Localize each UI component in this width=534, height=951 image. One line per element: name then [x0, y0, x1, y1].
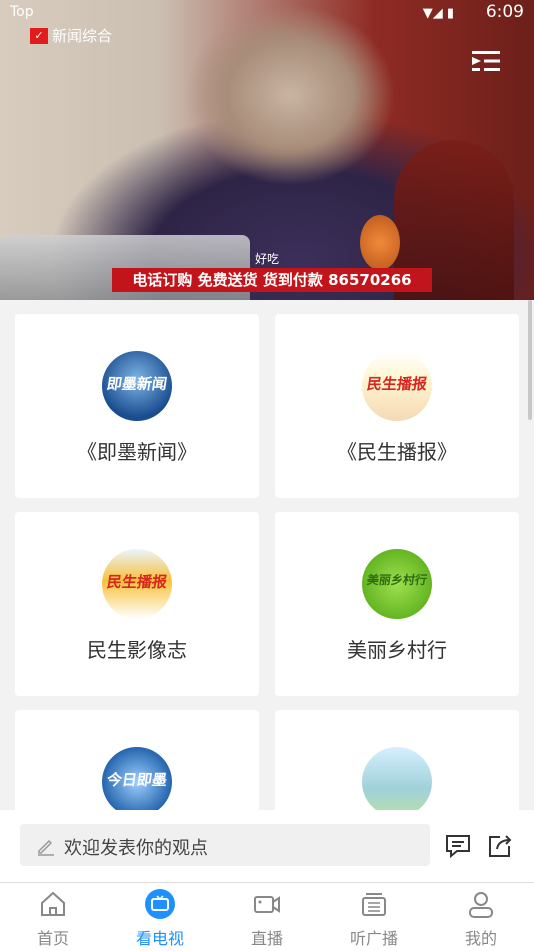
- tab-label: 直播: [250, 929, 283, 948]
- program-thumbnail: 即墨新闻: [102, 351, 172, 421]
- thumb-logo-text: 即墨新闻: [105, 375, 169, 393]
- tab-live[interactable]: 直播: [214, 883, 320, 951]
- tv-icon: [145, 889, 175, 919]
- channel-badge: ✓ 新闻综合: [30, 25, 112, 46]
- tab-label: 首页: [36, 929, 69, 948]
- comment-placeholder: 欢迎发表你的观点: [64, 838, 208, 859]
- carrier-label: Top: [10, 4, 34, 20]
- program-card[interactable]: 即墨新闻 《即墨新闻》: [15, 314, 259, 498]
- video-subtitle: 好吃: [254, 252, 279, 266]
- bottom-tab-bar: 首页 看电视 直播 听广播 我的: [0, 882, 534, 951]
- program-thumbnail: 今日即墨: [102, 747, 172, 810]
- channel-name: 新闻综合: [52, 27, 113, 45]
- video-ad-banner: 电话订购 免费送货 货到付款 86570266: [112, 268, 432, 292]
- thumb-logo-text: 今日即墨: [105, 771, 169, 789]
- comment-input[interactable]: 欢迎发表你的观点: [20, 824, 430, 866]
- program-title: 民生影像志: [87, 638, 187, 662]
- tab-home[interactable]: 首页: [0, 883, 106, 951]
- program-title: 《民生播报》: [337, 440, 457, 464]
- signal-icon: ▼◢ ▮: [422, 6, 454, 21]
- radio-icon: [362, 893, 386, 916]
- home-icon: [41, 891, 65, 916]
- channel-logo-icon: ✓: [30, 27, 48, 44]
- tab-radio[interactable]: 听广播: [321, 883, 427, 951]
- scrollbar[interactable]: [528, 300, 532, 420]
- status-bar: Top ▼◢ ▮ 6:09: [0, 0, 534, 26]
- program-title: 《即墨新闻》: [77, 440, 197, 464]
- program-card[interactable]: 民生播报 《民生播报》: [275, 314, 519, 498]
- program-thumbnail: [362, 747, 432, 810]
- tab-label: 我的: [464, 929, 497, 948]
- thumb-logo-text: 民生播报: [105, 573, 169, 591]
- program-card[interactable]: 民生播报 民生影像志: [15, 512, 259, 696]
- program-thumbnail: 民生播报: [362, 351, 432, 421]
- pencil-icon: [38, 839, 54, 856]
- user-icon: [469, 892, 493, 918]
- tab-label: 听广播: [349, 929, 398, 948]
- program-title: 美丽乡村行: [347, 638, 447, 662]
- tab-label: 看电视: [135, 929, 184, 948]
- program-card[interactable]: 美丽乡村行 美丽乡村行: [275, 512, 519, 696]
- program-card[interactable]: 今日即墨: [15, 710, 259, 810]
- playlist-icon[interactable]: [472, 50, 500, 72]
- thumb-logo-text: 美丽乡村行: [365, 573, 428, 587]
- tab-tv[interactable]: 看电视: [107, 883, 213, 951]
- thumb-logo-text: 民生播报: [365, 375, 429, 393]
- share-icon[interactable]: [486, 832, 514, 860]
- video-player[interactable]: Top ▼◢ ▮ 6:09 ✓ 新闻综合 好吃 电话订购 免费送货 货到付款 8…: [0, 0, 534, 300]
- comment-bar: 欢迎发表你的观点: [0, 810, 534, 882]
- program-card[interactable]: [275, 710, 519, 810]
- video-camera-icon: [254, 896, 280, 913]
- program-thumbnail: 民生播报: [102, 549, 172, 619]
- clock: 6:09: [485, 2, 524, 22]
- program-thumbnail: 美丽乡村行: [362, 549, 432, 619]
- tab-mine[interactable]: 我的: [428, 883, 534, 951]
- comment-icon[interactable]: [444, 832, 472, 860]
- program-grid: 即墨新闻 《即墨新闻》 民生播报 《民生播报》 民生播报 民生影像志 美丽乡村行…: [0, 300, 534, 810]
